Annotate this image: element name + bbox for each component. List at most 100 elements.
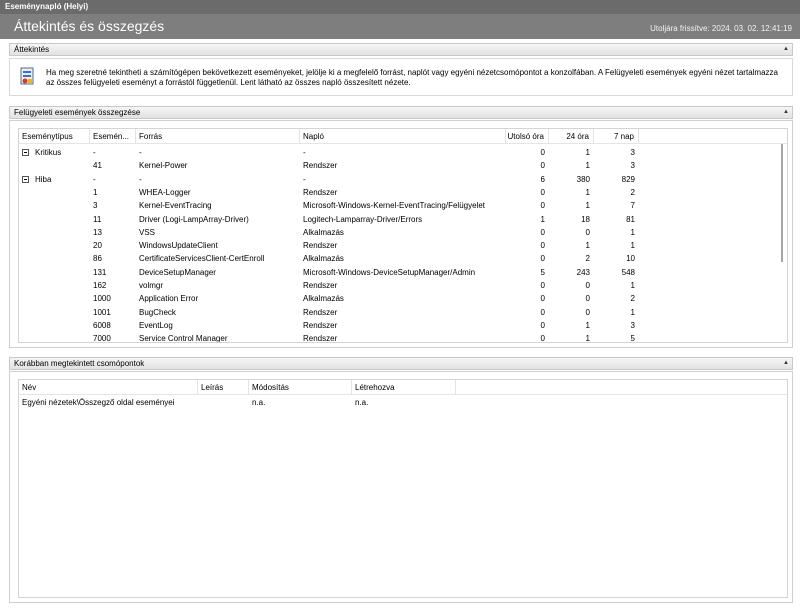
cell-event-id: 86: [93, 254, 102, 264]
event-viewer-icon: [20, 67, 34, 85]
table-row[interactable]: 11 Driver (Logi-LampArray-Driver) Logitech…: [19, 213, 787, 226]
section-header-recent-nodes[interactable]: Korábban megtekintett csomópontok ▲: [9, 357, 793, 370]
column-header-name[interactable]: Név: [19, 380, 198, 395]
table-row[interactable]: 41 Kernel-Power Rendszer 0 1 3: [19, 159, 787, 172]
cell-log: Rendszer: [303, 241, 338, 251]
column-header-modified[interactable]: Módosítás: [249, 380, 352, 395]
cell-event-type: Hiba: [35, 174, 52, 184]
cell-last-hour: 0: [540, 161, 545, 171]
column-header-event-type[interactable]: Eseménytípus: [19, 129, 90, 144]
table-row[interactable]: 6008 EventLog Rendszer 0 1 3: [19, 319, 787, 332]
minus-box-icon[interactable]: [22, 149, 29, 156]
cell-source: WHEA-Logger: [139, 187, 191, 197]
admin-summary-header: Eseménytípus Esemén... Forrás Napló Utolsó ó…: [19, 129, 787, 144]
cell-event-type: [19, 306, 90, 319]
window-title: Eseménynapló (Helyi): [5, 2, 89, 11]
collapse-arrow-icon[interactable]: ▲: [783, 44, 789, 55]
column-header-log[interactable]: Napló: [300, 129, 506, 144]
overview-panel: Ha meg szeretné tekintheti a számítógépe…: [9, 58, 793, 96]
table-row[interactable]: 1001 BugCheck Rendszer 0 0 1: [19, 306, 787, 319]
section-header-overview[interactable]: Áttekintés ▲: [9, 43, 793, 56]
cell-last-7d: 3: [630, 161, 635, 171]
cell-source: DeviceSetupManager: [139, 267, 216, 277]
cell-modified: n.a.: [252, 398, 266, 407]
cell-event-type: [19, 292, 90, 305]
collapse-arrow-icon[interactable]: ▲: [783, 358, 789, 369]
cell-last-7d: 2: [630, 294, 635, 304]
table-row[interactable]: 86 CertificateServicesClient-CertEnroll Al…: [19, 252, 787, 265]
cell-event-type: [19, 332, 90, 342]
table-row[interactable]: 1000 Application Error Alkalmazás 0 0 2: [19, 292, 787, 305]
table-row[interactable]: Hiba - - - 6 380 829: [19, 173, 787, 186]
cell-source: WindowsUpdateClient: [139, 241, 218, 251]
column-header-last-24h[interactable]: 24 óra: [549, 129, 594, 144]
cell-event-id: 6008: [93, 320, 111, 330]
cell-log: Microsoft-Windows-DeviceSetupManager/Adm…: [303, 267, 476, 277]
cell-event-type: [19, 213, 90, 226]
minus-box-icon[interactable]: [22, 175, 29, 183]
cell-event-type: [19, 319, 90, 332]
recent-nodes-grid: Név Leírás Módosítás Létrehozva Egyéni néze…: [18, 379, 788, 598]
section-header-admin-summary[interactable]: Felügyeleti események összegzése ▲: [9, 106, 793, 119]
column-header-last-7d[interactable]: 7 nap: [594, 129, 639, 144]
cell-source: -: [139, 148, 142, 157]
cell-log: Alkalmazás: [303, 254, 344, 264]
column-header-description[interactable]: Leírás: [198, 380, 249, 395]
cell-last-hour: 0: [540, 334, 545, 343]
column-header-event-id[interactable]: Esemén...: [90, 129, 136, 144]
cell-created: n.a.: [355, 398, 369, 407]
cell-last-24h: 18: [581, 214, 590, 224]
cell-event-id: 13: [93, 227, 102, 237]
column-header-created[interactable]: Létrehozva: [352, 380, 456, 395]
recent-nodes-panel: Név Leírás Módosítás Létrehozva Egyéni néze…: [9, 371, 793, 603]
cell-last-hour: 0: [540, 201, 545, 211]
cell-last-7d: 1: [630, 227, 635, 237]
cell-event-id: 1000: [93, 294, 111, 304]
cell-last-24h: 243: [576, 267, 590, 277]
cell-last-24h: 1: [585, 320, 590, 330]
cell-last-7d: 81: [626, 214, 635, 224]
cell-last-hour: 0: [540, 227, 545, 237]
cell-name: Egyéni nézetek\Összegző oldal eseményei: [22, 398, 175, 407]
cell-event-type: [19, 159, 90, 172]
cell-source: Kernel-Power: [139, 161, 188, 171]
table-row[interactable]: 162 volmgr Rendszer 0 0 1: [19, 279, 787, 292]
cell-last-24h: 0: [585, 294, 590, 304]
collapse-arrow-icon[interactable]: ▲: [783, 107, 789, 118]
cell-source: volmgr: [139, 281, 164, 290]
table-row[interactable]: 7000 Service Control Manager Rendszer 0 1 5: [19, 332, 787, 343]
table-row[interactable]: 13 VSS Alkalmazás 0 0 1: [19, 226, 787, 239]
cell-event-id: 3: [93, 201, 98, 211]
cell-event-type: [19, 279, 90, 292]
cell-last-24h: 1: [585, 187, 590, 197]
table-row[interactable]: 3 Kernel-EventTracing Microsoft-Windows-Ke…: [19, 199, 787, 212]
cell-last-7d: 548: [621, 267, 635, 277]
cell-last-hour: 5: [540, 267, 545, 277]
cell-source: CertificateServicesClient-CertEnroll: [139, 254, 265, 264]
table-row[interactable]: Egyéni nézetek\Összegző oldal eseményei n…: [19, 396, 787, 409]
cell-last-24h: 380: [576, 174, 590, 184]
column-header-last-hour[interactable]: Utolsó óra: [506, 129, 549, 144]
table-row[interactable]: 20 WindowsUpdateClient Rendszer 0 1 1: [19, 239, 787, 252]
cell-log: Rendszer: [303, 187, 338, 197]
cell-last-7d: 1: [630, 241, 635, 251]
cell-last-hour: 1: [540, 214, 545, 224]
cell-log: Logitech-Lamparray-Driver/Errors: [303, 214, 423, 224]
cell-event-type: [19, 239, 90, 252]
table-row[interactable]: Kritikus - - - 0 1 3: [19, 146, 787, 159]
cell-last-hour: 0: [540, 320, 545, 330]
cell-event-id: 11: [93, 214, 102, 224]
cell-source: Driver (Logi-LampArray-Driver): [139, 214, 249, 224]
cell-log: -: [303, 174, 306, 184]
cell-last-hour: 6: [540, 174, 545, 184]
cell-source: Kernel-EventTracing: [139, 201, 212, 211]
overview-description: Ha meg szeretné tekintheti a számítógépe…: [46, 68, 778, 87]
column-header-source[interactable]: Forrás: [136, 129, 300, 144]
cell-log: Rendszer: [303, 334, 338, 343]
table-row[interactable]: 1 WHEA-Logger Rendszer 0 1 2: [19, 186, 787, 199]
cell-event-id: -: [93, 148, 96, 157]
cell-log: Rendszer: [303, 307, 338, 317]
cell-last-7d: 10: [626, 254, 635, 264]
cell-last-7d: 5: [630, 334, 635, 343]
table-row[interactable]: 131 DeviceSetupManager Microsoft-Windows-D…: [19, 266, 787, 279]
